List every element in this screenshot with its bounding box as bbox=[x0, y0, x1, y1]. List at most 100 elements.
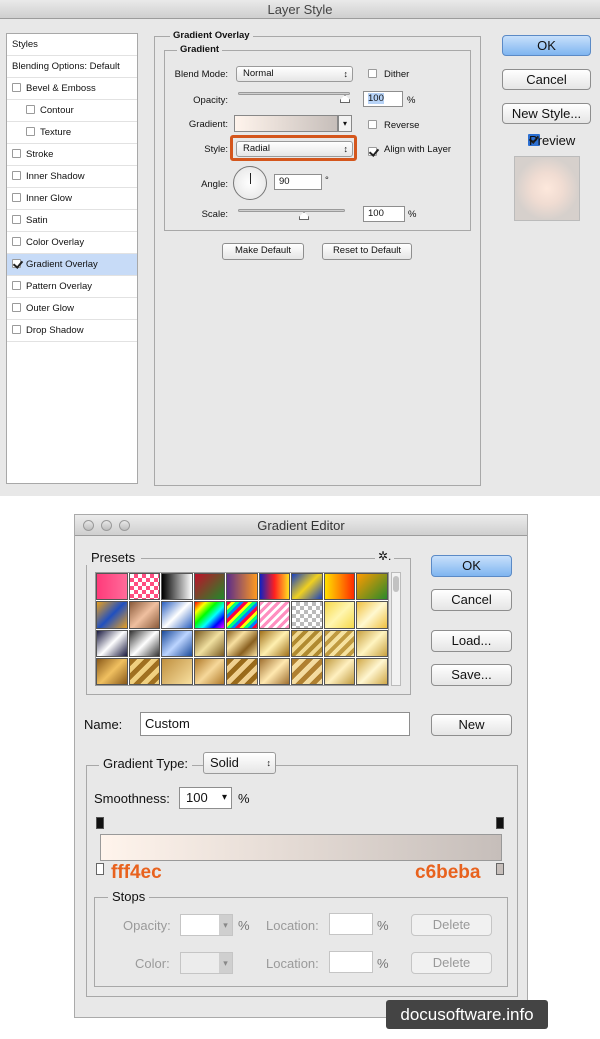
scale-input[interactable]: 100 bbox=[363, 206, 405, 222]
style-item[interactable]: Pattern Overlay bbox=[7, 276, 137, 298]
preset-swatch[interactable] bbox=[323, 657, 356, 685]
presets-gear-icon[interactable]: ✲. bbox=[375, 549, 395, 563]
preset-swatch[interactable] bbox=[226, 657, 258, 685]
preset-swatch[interactable] bbox=[96, 629, 128, 657]
gradient-bar[interactable] bbox=[100, 834, 502, 861]
gradient-swatch[interactable] bbox=[234, 115, 338, 132]
style-item[interactable]: Satin bbox=[7, 210, 137, 232]
preset-swatch[interactable] bbox=[161, 573, 193, 601]
preset-swatch[interactable] bbox=[226, 629, 258, 657]
style-item-checkbox[interactable] bbox=[12, 193, 21, 202]
angle-input[interactable]: 90 bbox=[274, 174, 322, 190]
style-item[interactable]: Inner Shadow bbox=[7, 166, 137, 188]
style-item[interactable]: Outer Glow bbox=[7, 298, 137, 320]
preset-swatch[interactable] bbox=[323, 629, 356, 657]
preset-swatch[interactable] bbox=[226, 601, 258, 629]
preset-swatch[interactable] bbox=[96, 657, 128, 685]
preset-swatch[interactable] bbox=[258, 601, 291, 629]
style-item[interactable]: Stroke bbox=[7, 144, 137, 166]
preset-swatch[interactable] bbox=[291, 573, 323, 601]
preset-swatch[interactable] bbox=[96, 573, 128, 601]
new-button[interactable]: New bbox=[431, 714, 512, 736]
gradient-type-select[interactable]: Solid bbox=[203, 752, 276, 774]
preset-swatch[interactable] bbox=[128, 629, 161, 657]
preset-swatch[interactable] bbox=[161, 657, 193, 685]
reverse-checkbox[interactable] bbox=[368, 120, 377, 129]
save-button[interactable]: Save... bbox=[431, 664, 512, 686]
presets-scrollbar[interactable] bbox=[391, 572, 401, 686]
preset-swatch[interactable] bbox=[323, 601, 356, 629]
style-select[interactable]: Radial bbox=[236, 141, 353, 157]
stop-opacity-location-input[interactable] bbox=[329, 913, 373, 935]
ge-ok-button[interactable]: OK bbox=[431, 555, 512, 577]
ge-cancel-button[interactable]: Cancel bbox=[431, 589, 512, 611]
preset-swatch[interactable] bbox=[193, 629, 226, 657]
color-stop-right[interactable] bbox=[496, 863, 504, 875]
cancel-button[interactable]: Cancel bbox=[502, 69, 591, 90]
style-item-checkbox[interactable] bbox=[12, 325, 21, 334]
style-item[interactable]: Drop Shadow bbox=[7, 320, 137, 342]
opacity-slider[interactable] bbox=[238, 92, 350, 95]
style-item-checkbox[interactable] bbox=[12, 259, 21, 268]
dither-checkbox[interactable] bbox=[368, 69, 377, 78]
new-style-button[interactable]: New Style... bbox=[502, 103, 591, 124]
style-item-checkbox[interactable] bbox=[12, 281, 21, 290]
preset-swatch[interactable] bbox=[161, 601, 193, 629]
ok-button[interactable]: OK bbox=[502, 35, 591, 56]
stop-color-swatch[interactable]: ▾ bbox=[180, 952, 233, 974]
style-item[interactable]: Contour bbox=[7, 100, 137, 122]
preset-swatch[interactable] bbox=[226, 573, 258, 601]
style-item-checkbox[interactable] bbox=[26, 127, 35, 136]
name-input[interactable]: Custom bbox=[140, 712, 410, 736]
minimize-dot[interactable] bbox=[101, 520, 112, 531]
opacity-stop-right[interactable] bbox=[496, 817, 504, 829]
preset-swatch[interactable] bbox=[258, 573, 291, 601]
preset-swatch[interactable] bbox=[193, 573, 226, 601]
close-dot[interactable] bbox=[83, 520, 94, 531]
load-button[interactable]: Load... bbox=[431, 630, 512, 652]
opacity-input[interactable]: 100 bbox=[363, 91, 403, 107]
stop-opacity-delete-button[interactable]: Delete bbox=[411, 914, 492, 936]
preset-swatch[interactable] bbox=[356, 629, 388, 657]
preset-swatch[interactable] bbox=[193, 657, 226, 685]
smoothness-select[interactable]: 100 ▾ bbox=[179, 787, 232, 809]
preset-swatch[interactable] bbox=[291, 601, 323, 629]
style-item[interactable]: Styles bbox=[7, 34, 137, 56]
preset-swatch[interactable] bbox=[96, 601, 128, 629]
blend-mode-select[interactable]: Normal bbox=[236, 66, 353, 82]
style-item-checkbox[interactable] bbox=[12, 171, 21, 180]
preset-swatch[interactable] bbox=[356, 657, 388, 685]
style-item[interactable]: Color Overlay bbox=[7, 232, 137, 254]
style-item-checkbox[interactable] bbox=[12, 83, 21, 92]
gradient-picker-arrow[interactable]: ▾ bbox=[338, 115, 352, 132]
color-stop-left[interactable] bbox=[96, 863, 104, 875]
preset-swatch[interactable] bbox=[128, 601, 161, 629]
style-item[interactable]: Gradient Overlay bbox=[7, 254, 137, 276]
preset-swatch[interactable] bbox=[291, 629, 323, 657]
preset-swatch[interactable] bbox=[193, 601, 226, 629]
preset-swatch[interactable] bbox=[291, 657, 323, 685]
zoom-dot[interactable] bbox=[119, 520, 130, 531]
style-item[interactable]: Inner Glow bbox=[7, 188, 137, 210]
style-item[interactable]: Texture bbox=[7, 122, 137, 144]
style-item-checkbox[interactable] bbox=[12, 149, 21, 158]
scale-slider[interactable] bbox=[238, 209, 345, 212]
presets-scroll-thumb[interactable] bbox=[393, 576, 399, 592]
align-with-layer-checkbox[interactable] bbox=[368, 147, 377, 156]
make-default-button[interactable]: Make Default bbox=[222, 243, 304, 260]
stop-opacity-input[interactable]: ▾ bbox=[180, 914, 233, 936]
preset-swatch[interactable] bbox=[258, 629, 291, 657]
style-item-checkbox[interactable] bbox=[12, 303, 21, 312]
style-item[interactable]: Blending Options: Default bbox=[7, 56, 137, 78]
preset-swatch[interactable] bbox=[258, 657, 291, 685]
stop-color-delete-button[interactable]: Delete bbox=[411, 952, 492, 974]
reset-to-default-button[interactable]: Reset to Default bbox=[322, 243, 412, 260]
style-item-checkbox[interactable] bbox=[12, 215, 21, 224]
stop-color-location-input[interactable] bbox=[329, 951, 373, 973]
opacity-stop-left[interactable] bbox=[96, 817, 104, 829]
preset-swatch[interactable] bbox=[128, 573, 161, 601]
style-item-checkbox[interactable] bbox=[12, 237, 21, 246]
angle-dial[interactable] bbox=[233, 166, 267, 200]
style-item[interactable]: Bevel & Emboss bbox=[7, 78, 137, 100]
preset-swatch[interactable] bbox=[356, 601, 388, 629]
